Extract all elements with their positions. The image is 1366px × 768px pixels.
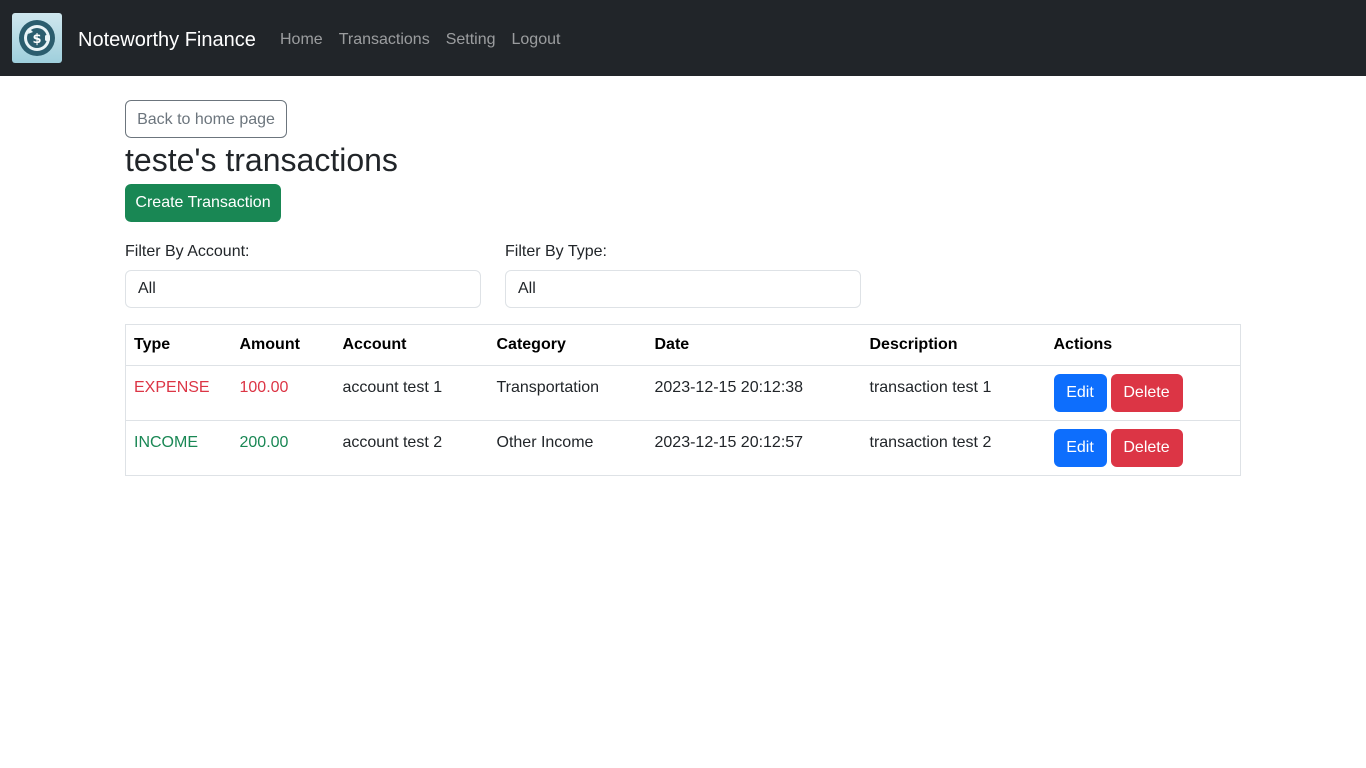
table-row: EXPENSE 100.00 account test 1 Transporta… [125,365,1241,421]
cell-description: transaction test 2 [861,420,1046,476]
cell-description: transaction test 1 [861,365,1046,421]
column-header-date: Date [646,324,862,366]
edit-button[interactable]: Edit [1053,374,1107,412]
cell-category: Other Income [488,420,647,476]
cell-category: Transportation [488,365,647,421]
nav-links: Home Transactions Setting Logout [280,29,576,51]
column-header-category: Category [488,324,647,366]
cell-actions: Edit Delete [1045,365,1241,421]
cell-date: 2023-12-15 20:12:38 [646,365,862,421]
delete-button[interactable]: Delete [1110,429,1183,467]
navbar: $ Noteworthy Finance Home Transactions S… [0,0,1366,76]
nav-link-logout[interactable]: Logout [512,29,561,51]
edit-button[interactable]: Edit [1053,429,1107,467]
back-to-home-button[interactable]: Back to home page [125,100,287,138]
brand-name[interactable]: Noteworthy Finance [78,27,256,53]
table-row: INCOME 200.00 account test 2 Other Incom… [125,420,1241,476]
svg-text:$: $ [32,32,41,47]
nav-link-setting[interactable]: Setting [446,29,496,51]
table-header-row: Type Amount Account Category Date Descri… [125,324,1241,366]
filter-type-label: Filter By Type: [505,243,607,260]
cell-type: EXPENSE [125,365,232,421]
filter-account-select[interactable]: All [125,270,481,308]
cell-date: 2023-12-15 20:12:57 [646,420,862,476]
column-header-amount: Amount [231,324,335,366]
nav-link-transactions[interactable]: Transactions [339,29,430,51]
filter-type-select[interactable]: All [505,270,861,308]
cell-account: account test 1 [334,365,489,421]
filter-account-label: Filter By Account: [125,243,250,260]
create-transaction-button[interactable]: Create Transaction [125,184,281,222]
cell-type: INCOME [125,420,232,476]
cell-amount: 200.00 [231,420,335,476]
column-header-description: Description [861,324,1046,366]
page-title: teste's transactions [125,142,398,178]
cell-amount: 100.00 [231,365,335,421]
cell-account: account test 2 [334,420,489,476]
delete-button[interactable]: Delete [1110,374,1183,412]
column-header-actions: Actions [1045,324,1241,366]
nav-link-home[interactable]: Home [280,29,323,51]
cell-actions: Edit Delete [1045,420,1241,476]
column-header-account: Account [334,324,489,366]
column-header-type: Type [125,324,232,366]
transactions-table: Type Amount Account Category Date Descri… [125,324,1241,476]
piggy-bank-logo-icon[interactable]: $ [12,13,62,63]
